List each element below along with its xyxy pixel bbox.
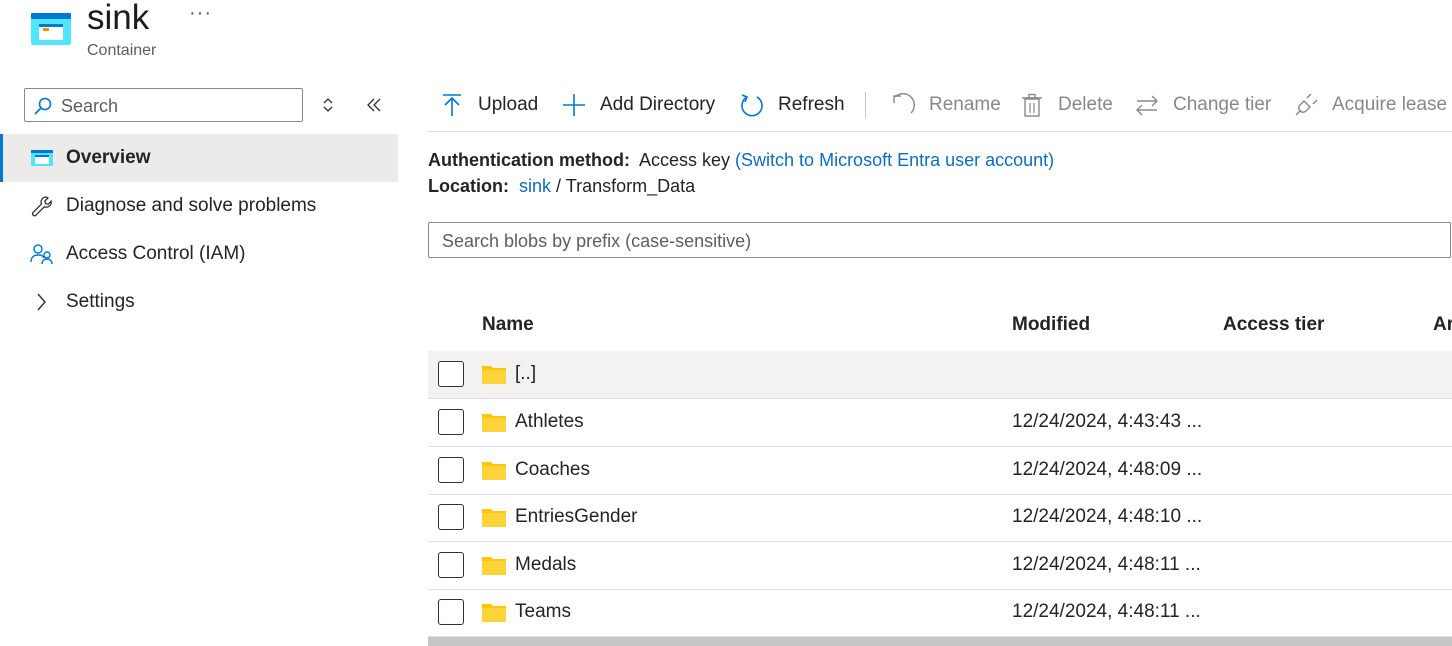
swap-arrows-icon <box>1136 95 1158 116</box>
blob-search-input[interactable] <box>440 228 1434 254</box>
row-name[interactable]: EntriesGender <box>515 506 638 528</box>
plus-icon <box>563 94 585 116</box>
folder-icon <box>482 366 506 384</box>
column-header-access-tier[interactable]: Access tier <box>1223 314 1324 336</box>
table-row[interactable]: [..] <box>428 351 1452 399</box>
refresh-button[interactable]: Refresh <box>740 90 845 120</box>
location-separator: / <box>556 176 562 196</box>
container-icon <box>30 12 72 46</box>
row-name[interactable]: Teams <box>515 601 571 623</box>
table-row[interactable]: Coaches 12/24/2024, 4:48:09 ... <box>428 447 1452 495</box>
row-modified: 12/24/2024, 4:48:09 ... <box>1012 459 1203 480</box>
sort-icon[interactable] <box>320 96 336 114</box>
container-icon <box>31 150 53 166</box>
chevron-right-icon <box>37 293 46 311</box>
blob-search-box[interactable] <box>428 222 1451 258</box>
row-checkbox[interactable] <box>438 361 464 387</box>
table-row[interactable]: Athletes 12/24/2024, 4:43:43 ... <box>428 399 1452 447</box>
plug-icon <box>1295 93 1318 116</box>
people-icon <box>30 244 53 265</box>
location-line: Location: sink / Transform_Data <box>428 176 695 197</box>
sidebar-item-access-control[interactable]: Access Control (IAM) <box>0 230 398 278</box>
row-name[interactable]: Coaches <box>515 459 590 481</box>
column-header-name[interactable]: Name <box>482 314 534 336</box>
upload-icon <box>443 94 461 116</box>
row-checkbox[interactable] <box>438 457 464 483</box>
row-checkbox[interactable] <box>438 504 464 530</box>
toolbar-separator <box>865 92 866 118</box>
sidebar-item-label: Overview <box>66 147 151 168</box>
search-icon <box>34 97 52 115</box>
rename-button[interactable]: Rename <box>891 90 1001 120</box>
location-label: Location: <box>428 176 509 196</box>
column-header-archive-status[interactable]: Ar <box>1433 314 1452 336</box>
folder-icon <box>482 414 506 432</box>
page-subtitle: Container <box>87 42 157 59</box>
row-modified: 12/24/2024, 4:48:10 ... <box>1012 506 1203 527</box>
table-row[interactable]: Medals 12/24/2024, 4:48:11 ... <box>428 542 1452 590</box>
table-row[interactable]: EntriesGender 12/24/2024, 4:48:10 ... <box>428 494 1452 542</box>
trash-icon <box>1022 93 1042 117</box>
sidebar-search-input[interactable] <box>59 93 299 119</box>
sidebar-nav: Overview Diagnose and solve problems Acc… <box>0 134 398 326</box>
acquire-lease-button[interactable]: Acquire lease <box>1294 90 1447 120</box>
row-name[interactable]: Athletes <box>515 411 584 433</box>
more-options-button[interactable]: ··· <box>189 2 212 25</box>
sidebar-item-label: Diagnose and solve problems <box>66 195 317 216</box>
sidebar-item-label: Access Control (IAM) <box>66 243 246 264</box>
row-modified: 12/24/2024, 4:48:11 ... <box>1012 554 1201 575</box>
sidebar-search-box[interactable] <box>24 88 303 122</box>
folder-icon <box>482 604 506 622</box>
location-path: Transform_Data <box>565 176 696 196</box>
rename-icon <box>893 93 915 114</box>
sidebar-item-diagnose[interactable]: Diagnose and solve problems <box>0 182 398 230</box>
horizontal-scrollbar[interactable] <box>428 637 1452 646</box>
auth-method-label: Authentication method: <box>428 150 630 170</box>
add-directory-button[interactable]: Add Directory <box>562 90 715 120</box>
row-name[interactable]: Medals <box>515 554 576 576</box>
location-container-link[interactable]: sink <box>519 176 551 196</box>
toolbar-divider <box>428 131 1452 132</box>
row-checkbox[interactable] <box>438 552 464 578</box>
switch-auth-link[interactable]: (Switch to Microsoft Entra user account) <box>735 150 1054 170</box>
table-row[interactable]: Teams 12/24/2024, 4:48:11 ... <box>428 589 1452 637</box>
upload-button[interactable]: Upload <box>440 90 538 120</box>
page-title: sink <box>87 0 150 37</box>
row-checkbox[interactable] <box>438 409 464 435</box>
row-modified: 12/24/2024, 4:48:11 ... <box>1012 601 1201 622</box>
auth-method-value: Access key <box>639 150 731 170</box>
change-tier-button[interactable]: Change tier <box>1135 90 1271 120</box>
folder-icon <box>482 509 506 527</box>
sidebar-item-overview[interactable]: Overview <box>0 134 398 182</box>
collapse-sidebar-icon[interactable] <box>366 95 382 115</box>
row-checkbox[interactable] <box>438 599 464 625</box>
refresh-icon <box>741 94 763 117</box>
folder-icon <box>482 557 506 575</box>
auth-method-line: Authentication method: Access key (Switc… <box>428 150 1054 171</box>
folder-icon <box>482 462 506 480</box>
delete-button[interactable]: Delete <box>1020 90 1113 120</box>
column-header-modified[interactable]: Modified <box>1012 314 1090 336</box>
sidebar-item-label: Settings <box>66 291 135 312</box>
sidebar-item-settings[interactable]: Settings <box>0 278 398 326</box>
row-modified: 12/24/2024, 4:43:43 ... <box>1012 411 1203 432</box>
row-name[interactable]: [..] <box>515 363 536 385</box>
wrench-icon <box>31 196 52 217</box>
